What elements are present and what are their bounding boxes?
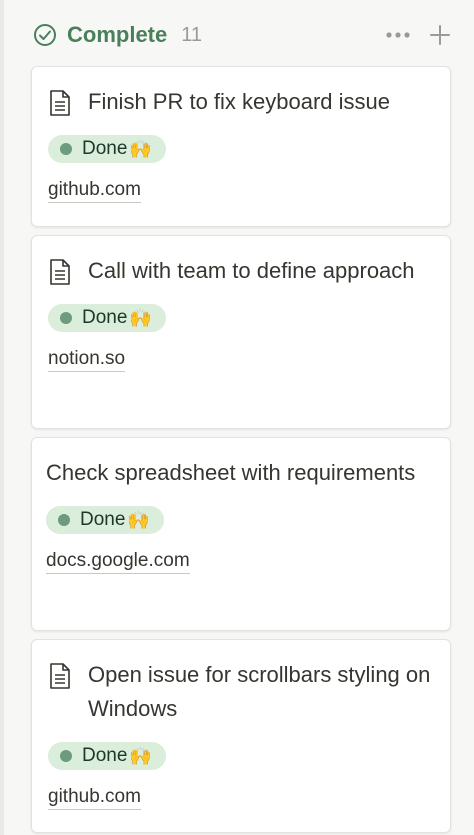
status-dot [60,143,72,155]
status-badge: Done 🙌 [48,742,166,770]
card-title: Finish PR to fix keyboard issue [88,89,391,114]
document-icon [48,258,72,286]
status-dot [60,750,72,762]
status-label: Done [80,509,126,530]
status-dot [58,514,70,526]
card-title-row: Open issue for scrollbars styling on Win… [48,658,434,726]
board-card[interactable]: Open issue for scrollbars styling on Win… [31,639,451,833]
card-title: Check spreadsheet with requirements [46,460,416,485]
card-link[interactable]: notion.so [48,348,126,372]
status-emoji: 🙌 [129,307,152,328]
card-link[interactable]: docs.google.com [46,550,190,574]
column-title[interactable]: Complete [67,22,167,48]
status-label: Done [82,745,128,766]
card-title-row: Check spreadsheet with requirements [46,456,434,490]
status-emoji: 🙌 [129,138,152,159]
plus-icon[interactable] [425,20,455,50]
document-icon [48,662,72,690]
more-horizontal-icon[interactable] [383,20,413,50]
card-title-row: Call with team to define approach [48,254,434,288]
card-link[interactable]: github.com [48,179,141,203]
board-card[interactable]: Finish PR to fix keyboard issue Done 🙌 g… [31,66,451,227]
status-dot [60,312,72,324]
status-badge: Done 🙌 [48,135,166,163]
card-title: Call with team to define approach [88,258,415,283]
board-column-complete: Complete 11 Finish PR to fix keyboard is… [31,12,451,833]
column-count: 11 [181,23,203,46]
status-badge: Done 🙌 [46,506,164,534]
card-title: Open issue for scrollbars styling on Win… [88,662,431,721]
status-badge: Done 🙌 [48,304,166,332]
card-title-row: Finish PR to fix keyboard issue [48,85,434,119]
board-card[interactable]: Call with team to define approach Done 🙌… [31,235,451,429]
adjacent-column-edge [0,0,4,835]
document-icon [48,89,72,117]
status-emoji: 🙌 [127,509,150,530]
card-link[interactable]: github.com [48,786,141,810]
status-emoji: 🙌 [129,745,152,766]
board-card[interactable]: Check spreadsheet with requirements Done… [31,437,451,631]
check-circle-icon [33,23,57,47]
status-label: Done [82,138,128,159]
status-label: Done [82,307,128,328]
column-header: Complete 11 [31,12,451,58]
